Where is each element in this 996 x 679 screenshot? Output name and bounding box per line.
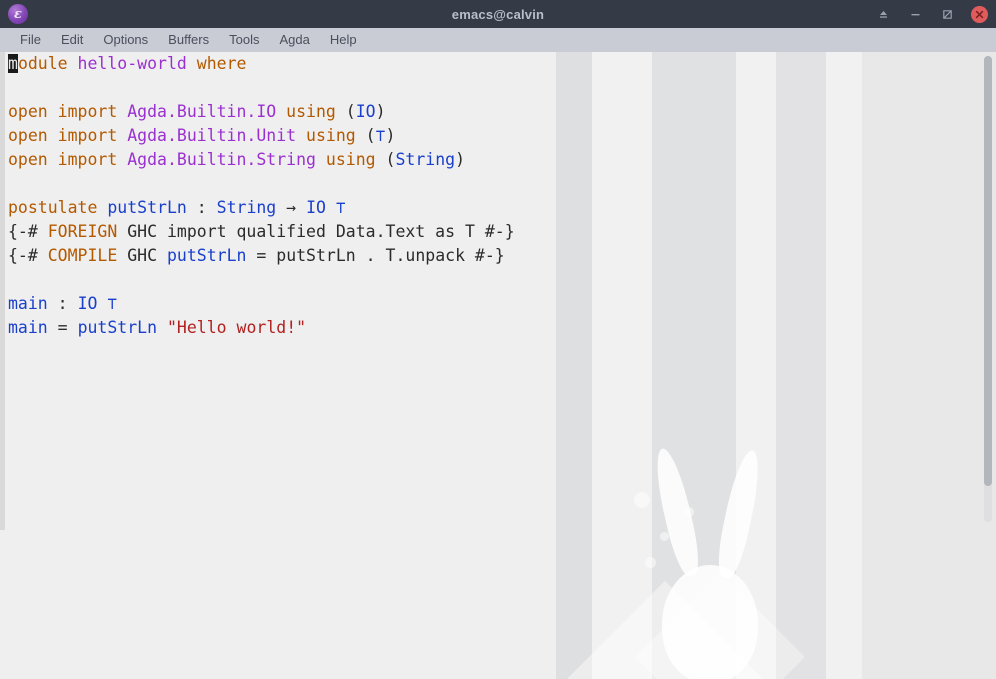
- code-token: (: [345, 102, 356, 121]
- code-token: ⊤: [375, 126, 386, 145]
- code-token: where: [196, 54, 247, 73]
- code-token: →: [276, 198, 307, 217]
- left-fringe: [0, 52, 5, 530]
- code-token: :: [186, 198, 217, 217]
- code-token: odule: [17, 54, 78, 73]
- code-token: COMPILE: [47, 246, 118, 265]
- editor-scrollbar[interactable]: [984, 56, 992, 522]
- code-token: putStrLn: [107, 198, 187, 217]
- code-line: {-# FOREIGN GHC import qualified Data.Te…: [8, 220, 515, 244]
- code-token: main: [8, 318, 48, 337]
- code-token: open import: [8, 150, 128, 169]
- code-token: :: [47, 294, 78, 313]
- code-line: open import Agda.Builtin.IO using (IO): [8, 100, 515, 124]
- window-titlebar: ε emacs@calvin: [0, 0, 996, 28]
- code-line: module hello-world where: [8, 52, 515, 76]
- code-token: FOREIGN: [47, 222, 118, 241]
- code-token: open import: [8, 102, 128, 121]
- menu-item-buffers[interactable]: Buffers: [158, 28, 219, 52]
- code-token: using: [296, 126, 366, 145]
- code-line: {-# COMPILE GHC putStrLn = putStrLn . T.…: [8, 244, 515, 268]
- code-line: main = putStrLn "Hello world!": [8, 316, 515, 340]
- code-token: GHC import qualified Data.Text as T #-}: [117, 222, 515, 241]
- emacs-window: File Edit View /home/tim ~/agda✦ ❯ lsagd…: [0, 0, 996, 679]
- code-token: main: [8, 294, 48, 313]
- code-token: =: [47, 318, 78, 337]
- maximize-button[interactable]: [939, 6, 955, 22]
- menu-item-file[interactable]: File: [10, 28, 51, 52]
- code-token: putStrLn: [77, 318, 158, 337]
- code-token: putStrLn: [166, 246, 247, 265]
- code-token: "Hello world!": [166, 318, 307, 337]
- code-token: IO: [306, 198, 326, 217]
- menu-item-options[interactable]: Options: [93, 28, 158, 52]
- code-token: IO: [355, 102, 376, 121]
- code-token: String: [216, 198, 277, 217]
- emacs-frame: module hello-world where open import Agd…: [0, 52, 996, 679]
- menu-item-help[interactable]: Help: [320, 28, 367, 52]
- code-token: postulate: [8, 198, 108, 217]
- code-token: (: [385, 150, 396, 169]
- code-token: open import: [8, 126, 128, 145]
- menu-item-edit[interactable]: Edit: [51, 28, 93, 52]
- code-token: Agda.Builtin.Unit: [127, 126, 297, 145]
- code-token: ): [455, 150, 465, 169]
- scrollbar-thumb[interactable]: [984, 56, 992, 486]
- code-token: hello-world: [77, 54, 187, 73]
- code-line: open import Agda.Builtin.String using (S…: [8, 148, 515, 172]
- code-token: ⊤: [335, 198, 346, 217]
- code-token: IO: [77, 294, 98, 313]
- code-token: using: [315, 150, 386, 169]
- code-token: (: [365, 126, 376, 145]
- minimize-button[interactable]: [907, 6, 923, 22]
- text-editor-window[interactable]: module hello-world where open import Agd…: [0, 52, 996, 530]
- code-line: postulate putStrLn : String → IO ⊤: [8, 196, 515, 220]
- code-token: Agda.Builtin.IO: [127, 102, 277, 121]
- text-cursor-block: m: [8, 54, 18, 73]
- emacs-logo-icon: ε: [8, 4, 28, 24]
- shade-button[interactable]: [875, 6, 891, 22]
- code-line: main : IO ⊤: [8, 292, 515, 316]
- code-token: GHC: [117, 246, 167, 265]
- window-title: emacs@calvin: [451, 6, 545, 22]
- window-controls: [875, 0, 988, 28]
- close-button[interactable]: [971, 5, 988, 23]
- code-token: = putStrLn . T.unpack #-}: [246, 246, 505, 265]
- code-token: String: [395, 150, 456, 169]
- code-token: ⊤: [107, 294, 118, 313]
- code-token: using: [276, 102, 346, 121]
- code-token: {-#: [8, 246, 48, 265]
- code-token: ): [375, 102, 386, 121]
- code-token: {-#: [8, 222, 48, 241]
- code-line: open import Agda.Builtin.Unit using (⊤): [8, 124, 515, 148]
- code-content[interactable]: module hello-world where open import Agd…: [8, 52, 515, 340]
- menu-item-tools[interactable]: Tools: [219, 28, 269, 52]
- menu-item-agda[interactable]: Agda: [269, 28, 319, 52]
- menubar: File Edit Options Buffers Tools Agda Help: [0, 28, 996, 53]
- code-token: ): [385, 126, 396, 145]
- code-token: Agda.Builtin.String: [127, 150, 316, 169]
